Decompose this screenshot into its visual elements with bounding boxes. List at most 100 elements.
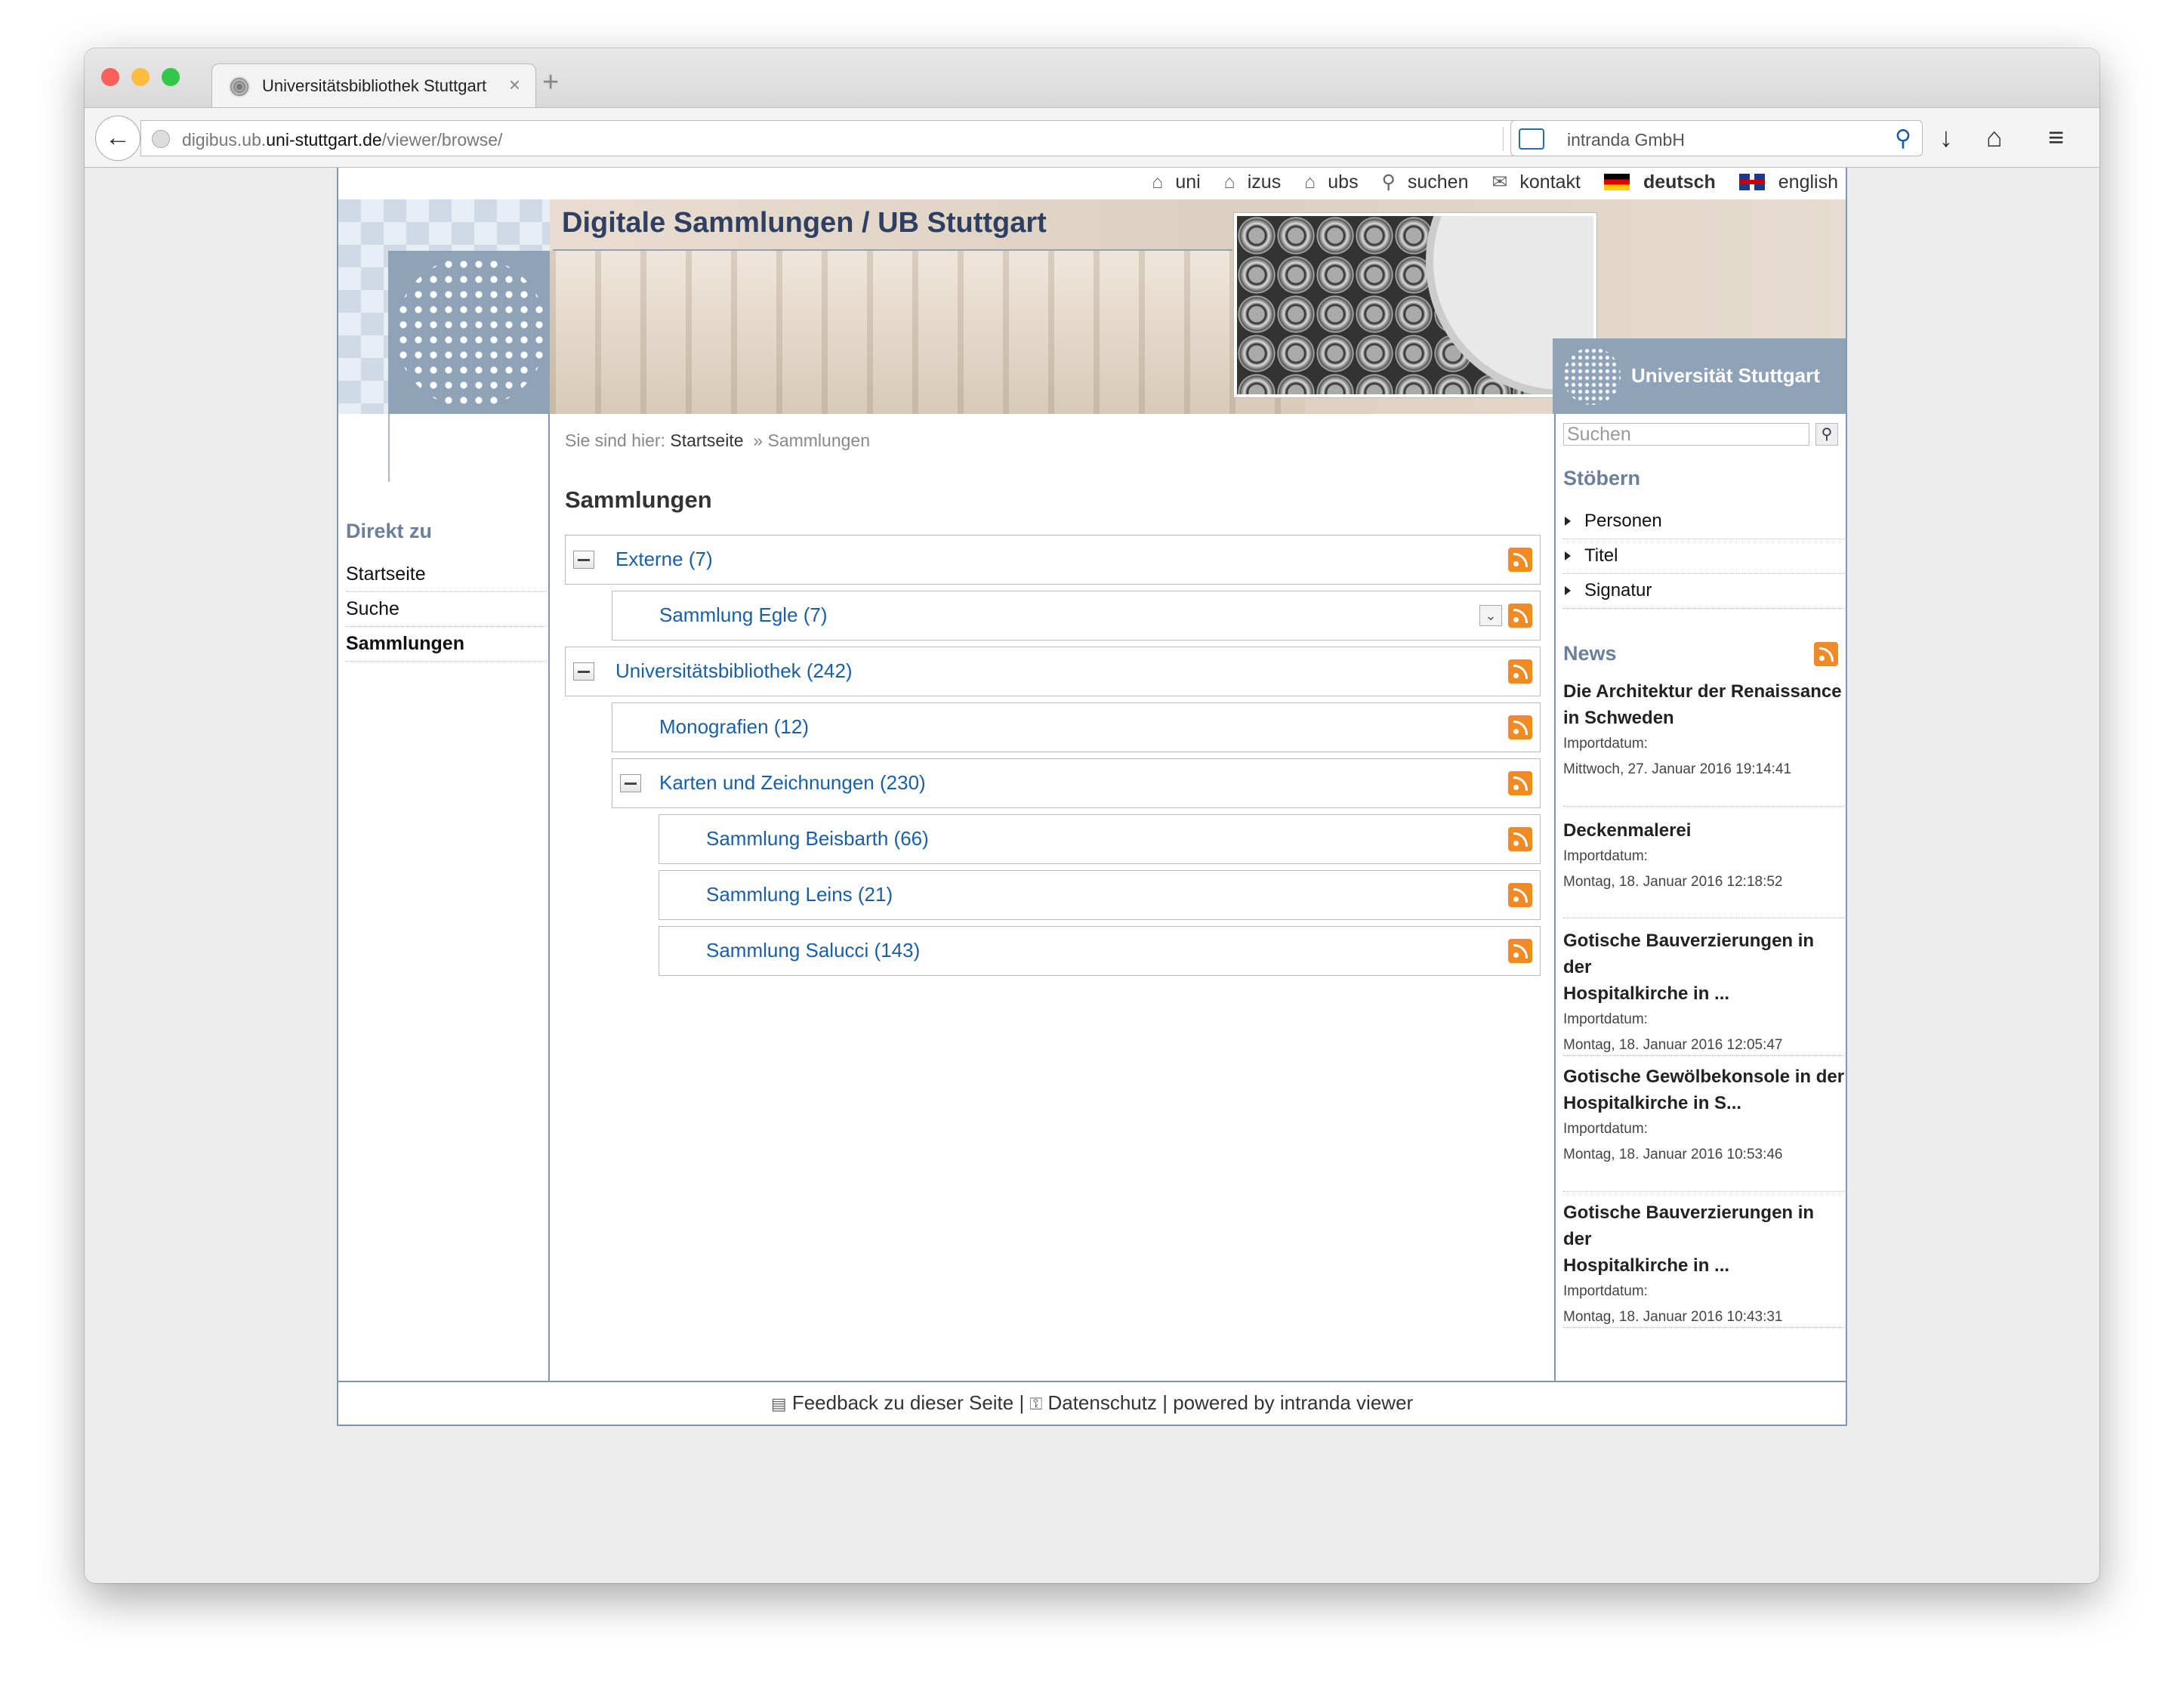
news-title[interactable]: Gotische Bauverzierungen in der [1563, 928, 1847, 980]
uk-flag-icon [1738, 174, 1765, 190]
rss-icon[interactable] [1508, 604, 1532, 628]
search-icon[interactable]: ⚲ [1815, 423, 1838, 446]
news-date: Montag, 18. Januar 2016 10:43:31 [1563, 1309, 1783, 1325]
collection-link[interactable]: Externe (7) [615, 548, 713, 571]
news-title[interactable]: Gotische Bauverzierungen in der [1563, 1199, 1847, 1252]
collection-row: Sammlung Beisbarth (66) [659, 814, 1541, 864]
right-sidebar: Suchen ⚲ Stöbern Personen Titel Signatur… [1554, 414, 1847, 1381]
decorative-line [388, 414, 390, 482]
collection-row: Monografien (12) [612, 702, 1541, 752]
news-title[interactable]: Deckenmalerei [1563, 817, 1847, 844]
news-title[interactable]: Gotische Gewölbekonsole in der [1563, 1063, 1847, 1090]
language-deutsch-link[interactable]: deutsch [1595, 171, 1716, 193]
collection-link[interactable]: Sammlung Leins (21) [706, 883, 893, 906]
site-favicon-icon [229, 76, 250, 97]
collapse-icon[interactable] [573, 662, 594, 681]
university-name: Universität Stuttgart [1631, 364, 1820, 387]
ceiling-photo [1234, 213, 1596, 397]
collection-row: Sammlung Egle (7) ⌄ [612, 591, 1541, 641]
rss-icon[interactable] [1814, 642, 1838, 666]
university-badge[interactable]: Universität Stuttgart [1553, 338, 1846, 414]
rss-icon[interactable] [1508, 827, 1532, 851]
news-item[interactable]: Gotische Gewölbekonsole in der Hospitalk… [1563, 1063, 1847, 1192]
news-title[interactable]: Hospitalkirche in ... [1563, 1252, 1847, 1279]
page-container: ⌂ uni ⌂ izus ⌂ ubs ⚲ suchen ✉ kontakt deutsch… [337, 168, 1847, 1426]
feedback-link[interactable]: Feedback zu dieser Seite [792, 1391, 1013, 1414]
news-date: Montag, 18. Januar 2016 10:53:46 [1563, 1147, 1783, 1162]
collection-link[interactable]: Karten und Zeichnungen (230) [659, 771, 926, 795]
search-icon[interactable]: ⚲ [1895, 125, 1911, 152]
url-text: digibus.ub.uni-stuttgart.de/viewer/brows… [182, 130, 503, 150]
university-logo [388, 251, 550, 414]
tab-active[interactable]: Universitätsbibliothek Stuttgart × [211, 63, 536, 109]
browse-item-signatur[interactable]: Signatur [1563, 574, 1847, 609]
news-title[interactable]: in Schweden [1563, 705, 1847, 731]
collection-link[interactable]: Universitätsbibliothek (242) [615, 659, 853, 683]
news-label: Importdatum: [1563, 1121, 1648, 1137]
news-title[interactable]: Hospitalkirche in ... [1563, 980, 1847, 1007]
home-icon[interactable]: ⌂ [1986, 122, 2003, 153]
new-tab-icon[interactable]: + [542, 66, 559, 99]
sidebar-item-sammlungen[interactable]: Sammlungen [346, 627, 547, 662]
collection-link[interactable]: Monografien (12) [659, 715, 809, 739]
browse-heading: Stöbern [1563, 467, 1641, 489]
rss-icon[interactable] [1508, 771, 1532, 795]
home-icon: ⌂ [1304, 171, 1316, 193]
rss-icon[interactable] [1508, 715, 1532, 739]
university-logo-icon [1563, 347, 1621, 405]
news-label: Importdatum: [1563, 1283, 1648, 1299]
page-title: Sammlungen [565, 486, 712, 513]
collapse-icon[interactable] [620, 774, 641, 792]
sidebar-item-suche[interactable]: Suche [346, 592, 547, 627]
topnav-izus-link[interactable]: ⌂ izus [1215, 171, 1282, 193]
close-tab-icon[interactable]: × [509, 73, 520, 97]
collection-link[interactable]: Sammlung Beisbarth (66) [706, 827, 929, 850]
sidebar-item-startseite[interactable]: Startseite [346, 557, 547, 592]
topnav-ubs-link[interactable]: ⌂ ubs [1295, 171, 1358, 193]
globe-icon [152, 130, 170, 148]
news-date: Montag, 18. Januar 2016 12:18:52 [1563, 874, 1783, 890]
close-window-button[interactable] [101, 68, 119, 86]
topnav-uni-link[interactable]: ⌂ uni [1143, 171, 1200, 193]
news-item[interactable]: Die Architektur der Renaissance in Schwe… [1563, 678, 1847, 807]
rss-icon[interactable] [1508, 939, 1532, 963]
intranda-viewer-link[interactable]: intranda viewer [1280, 1391, 1413, 1414]
language-english-link[interactable]: english [1730, 171, 1838, 193]
news-heading: News [1563, 642, 1617, 665]
search-engine-box[interactable]: intranda GmbH ⚲ [1510, 120, 1923, 156]
news-title[interactable]: Hospitalkirche in S... [1563, 1090, 1847, 1116]
news-item[interactable]: Gotische Bauverzierungen in der Hospital… [1563, 1199, 1847, 1328]
news-item[interactable]: Gotische Bauverzierungen in der Hospital… [1563, 928, 1847, 1056]
minimize-window-button[interactable] [131, 68, 150, 86]
download-icon[interactable]: ↓ [1939, 122, 1953, 153]
rss-icon[interactable] [1508, 659, 1532, 684]
browse-item-titel[interactable]: Titel [1563, 539, 1847, 574]
header-banner: Digitale Sammlungen / UB Stuttgart Unive… [338, 199, 1846, 414]
navigation-bar: ← digibus.ub.uni-stuttgart.de/viewer/bro… [85, 107, 2099, 168]
zoom-window-button[interactable] [162, 68, 180, 86]
footer-separator: | [1019, 1391, 1025, 1414]
topnav-suchen-link[interactable]: ⚲ suchen [1373, 171, 1469, 193]
news-title[interactable]: Die Architektur der Renaissance [1563, 678, 1847, 705]
browse-item-personen[interactable]: Personen [1563, 505, 1847, 539]
rss-icon[interactable] [1508, 548, 1532, 572]
collapse-icon[interactable] [573, 551, 594, 569]
sidebar-search-input[interactable]: Suchen [1563, 423, 1809, 446]
datenschutz-link[interactable]: Datenschutz [1047, 1391, 1157, 1414]
back-icon[interactable]: ← [95, 116, 140, 161]
collection-link[interactable]: Sammlung Egle (7) [659, 604, 828, 627]
news-item[interactable]: Deckenmalerei Importdatum: Montag, 18. J… [1563, 817, 1847, 918]
envelope-icon: ✉ [1491, 171, 1508, 193]
rss-icon[interactable] [1508, 883, 1532, 907]
chevron-down-icon[interactable]: ⌄ [1479, 605, 1502, 626]
url-bar[interactable]: digibus.ub.uni-stuttgart.de/viewer/brows… [140, 120, 1557, 156]
news-label: Importdatum: [1563, 736, 1648, 752]
collection-row: Universitätsbibliothek (242) [565, 647, 1541, 696]
breadcrumb-startseite[interactable]: Startseite [670, 431, 743, 450]
menu-icon[interactable]: ≡ [2048, 122, 2064, 153]
collection-row: Karten und Zeichnungen (230) [612, 758, 1541, 808]
collection-link[interactable]: Sammlung Salucci (143) [706, 939, 920, 962]
breadcrumb-current: » Sammlungen [753, 431, 870, 450]
search-engine-icon[interactable] [1519, 128, 1544, 150]
topnav-kontakt-link[interactable]: ✉ kontakt [1482, 171, 1581, 193]
